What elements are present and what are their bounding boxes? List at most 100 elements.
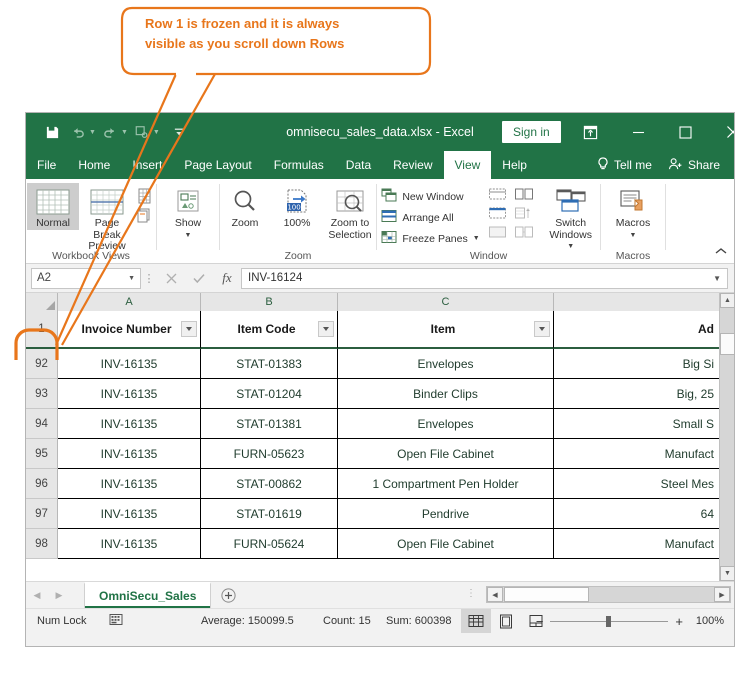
cell-a98[interactable]: INV-16135 [58,529,201,559]
cell-c98[interactable]: Open File Cabinet [338,529,554,559]
cell-a92[interactable]: INV-16135 [58,349,201,379]
filter-dropdown-a-icon[interactable] [181,321,197,337]
cell-a94[interactable]: INV-16135 [58,409,201,439]
cell-d94[interactable]: Small S [554,409,721,439]
zoom-in-button[interactable]: + [675,614,683,629]
column-header-b[interactable]: B [201,293,338,311]
tab-help[interactable]: Help [491,151,538,179]
hide-window-icon[interactable] [488,206,508,223]
tell-me-button[interactable]: Tell me [591,156,658,174]
normal-view-icon[interactable] [461,609,491,633]
tab-home[interactable]: Home [67,151,121,179]
freeze-panes-button[interactable]: Freeze Panes ▼ [377,228,483,249]
header-cell-c1[interactable]: Item [338,311,554,349]
cell-d96[interactable]: Steel Mes [554,469,721,499]
cell-d95[interactable]: Manufact [554,439,721,469]
formula-input[interactable]: INV-16124 ▼ [241,267,728,289]
cancel-icon[interactable] [157,268,185,289]
cell-b97[interactable]: STAT-01619 [201,499,338,529]
cell-b95[interactable]: FURN-05623 [201,439,338,469]
row-header-96[interactable]: 96 [26,469,58,499]
page-break-preview-button[interactable]: Page Break Preview [79,183,135,253]
horizontal-split-handle[interactable]: ⋮ [466,588,476,599]
row-header-98[interactable]: 98 [26,529,58,559]
select-all-corner[interactable] [26,293,58,311]
add-sheet-icon[interactable] [211,587,245,603]
name-box-dropdown-icon[interactable]: ▼ [128,275,135,282]
sign-in-button[interactable]: Sign in [502,121,561,143]
cell-d97[interactable]: 64 [554,499,721,529]
show-dropdown-icon[interactable]: ▼ [185,230,192,242]
insert-function-icon[interactable]: fx [213,268,241,289]
row-header-97[interactable]: 97 [26,499,58,529]
zoom-out-button[interactable]: − [536,614,544,629]
arrange-all-button[interactable]: Arrange All [377,207,483,228]
cell-d93[interactable]: Big, 25 [554,379,721,409]
tab-review[interactable]: Review [382,151,443,179]
page-layout-icon[interactable] [135,187,155,204]
tab-view[interactable]: View [443,151,492,179]
horizontal-scrollbar[interactable]: ◀ ▶ [486,586,731,603]
show-button[interactable]: Show ▼ [159,183,217,241]
switch-windows-button[interactable]: Switch Windows ▼ [542,183,600,253]
filter-dropdown-b-icon[interactable] [318,321,334,337]
reset-window-position-icon[interactable] [514,225,534,242]
column-header-a[interactable]: A [58,293,201,311]
close-icon[interactable] [710,113,734,151]
ribbon-display-options-icon[interactable] [568,113,613,151]
view-side-by-side-icon[interactable] [514,187,534,204]
share-button[interactable]: Share [662,157,726,174]
tab-formulas[interactable]: Formulas [263,151,335,179]
name-box[interactable]: A2 ▼ [31,267,141,289]
zoom-to-selection-button[interactable]: Zoom to Selection [323,183,377,241]
header-cell-b1[interactable]: Item Code [201,311,338,349]
cell-a93[interactable]: INV-16135 [58,379,201,409]
tab-insert[interactable]: Insert [121,151,173,179]
zoom-button[interactable]: Zoom [219,183,271,230]
cell-c94[interactable]: Envelopes [338,409,554,439]
cell-b96[interactable]: STAT-00862 [201,469,338,499]
horizontal-scroll-thumb[interactable] [504,587,589,602]
page-layout-view-icon[interactable] [491,609,521,633]
vertical-scrollbar[interactable]: ▲ ▼ [719,293,734,581]
cell-c92[interactable]: Envelopes [338,349,554,379]
row-header-92[interactable]: 92 [26,349,58,379]
row-header-1[interactable]: 1 [26,311,58,349]
scroll-left-icon[interactable]: ◀ [487,587,503,602]
formula-bar-expand-icon[interactable]: ▼ [713,274,721,283]
macros-dropdown-icon[interactable]: ▼ [630,230,637,242]
tab-page-layout[interactable]: Page Layout [173,151,262,179]
minimize-icon[interactable] [616,113,661,151]
cell-d92[interactable]: Big Si [554,349,721,379]
cell-a97[interactable]: INV-16135 [58,499,201,529]
header-cell-a1[interactable]: Invoice Number [58,311,201,349]
cell-c96[interactable]: 1 Compartment Pen Holder [338,469,554,499]
freeze-panes-dropdown-icon[interactable]: ▼ [473,235,480,242]
cell-a96[interactable]: INV-16135 [58,469,201,499]
filter-dropdown-c-icon[interactable] [534,321,550,337]
cell-b98[interactable]: FURN-05624 [201,529,338,559]
enter-icon[interactable] [185,268,213,289]
maximize-icon[interactable] [663,113,708,151]
normal-view-button[interactable]: Normal [27,183,79,230]
split-icon[interactable] [488,187,508,204]
column-header-d[interactable] [554,293,721,311]
scroll-down-icon[interactable]: ▼ [720,566,734,581]
next-sheet-icon[interactable]: ▶ [48,590,70,601]
tab-data[interactable]: Data [335,151,382,179]
column-header-c[interactable]: C [338,293,554,311]
cell-c95[interactable]: Open File Cabinet [338,439,554,469]
sheet-tab-omnisecu-sales[interactable]: OmniSecu_Sales [84,582,212,608]
macros-button[interactable]: Macros ▼ [604,183,662,241]
previous-sheet-icon[interactable]: ◀ [26,590,48,601]
custom-views-icon[interactable] [135,206,155,223]
tab-file[interactable]: File [26,151,67,179]
unhide-window-icon[interactable] [488,225,508,242]
cell-b92[interactable]: STAT-01383 [201,349,338,379]
collapse-ribbon-icon[interactable] [714,246,728,259]
zoom-100-button[interactable]: 100 100% [271,183,323,230]
zoom-slider[interactable] [550,615,669,627]
cell-c97[interactable]: Pendrive [338,499,554,529]
new-window-button[interactable]: New Window [377,186,483,207]
row-header-94[interactable]: 94 [26,409,58,439]
